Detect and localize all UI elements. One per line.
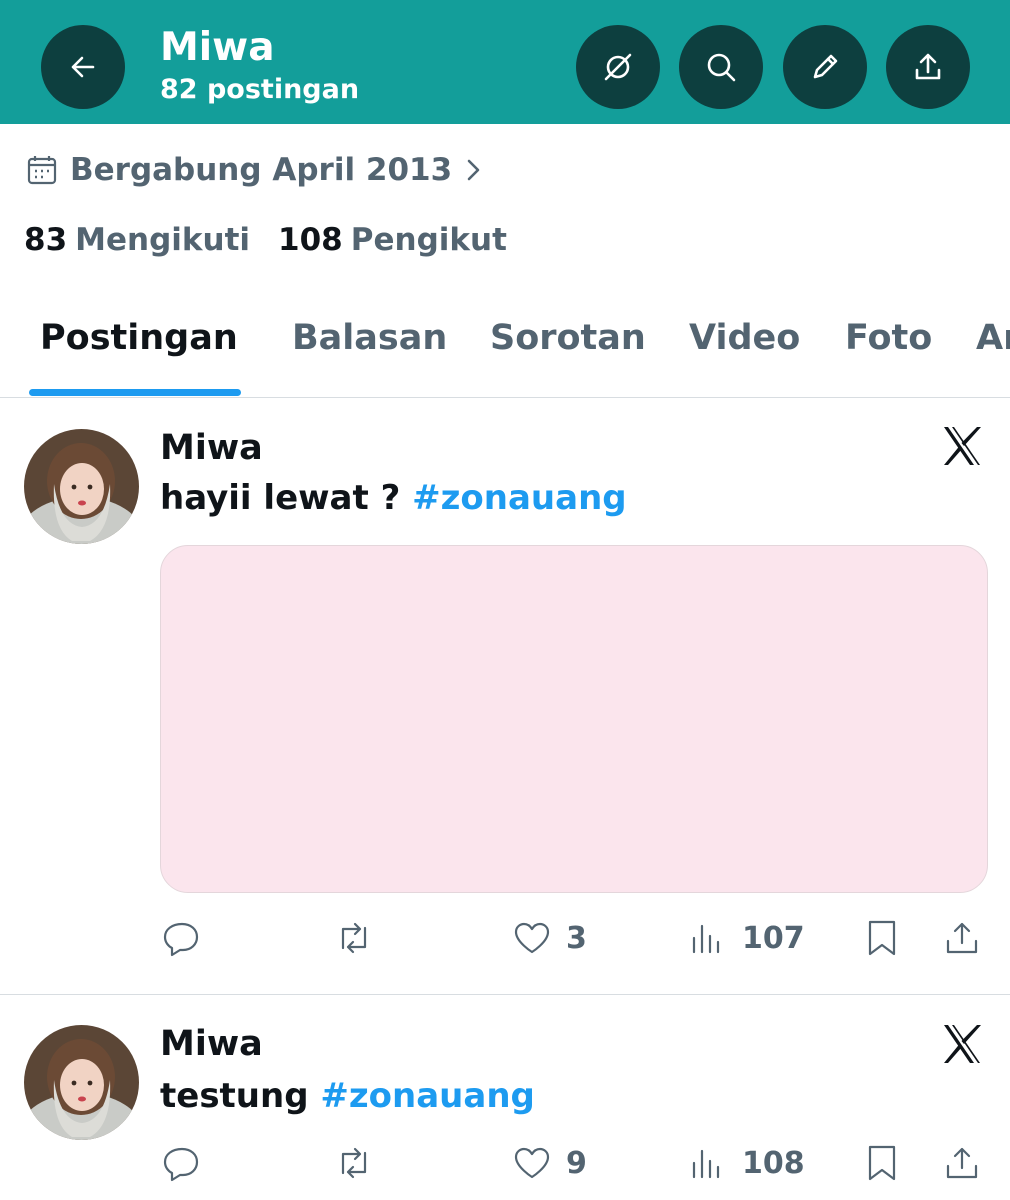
search-icon xyxy=(707,53,736,82)
active-tab-indicator xyxy=(29,389,241,396)
post-body: testung xyxy=(160,1076,321,1116)
following-label: Mengikuti xyxy=(75,222,251,258)
repost-icon xyxy=(341,1147,367,1179)
heart-icon xyxy=(514,922,550,954)
heart-icon xyxy=(514,1147,550,1179)
post-author[interactable]: Miwa xyxy=(160,428,263,468)
post[interactable]: Miwa hayii lewat ? #zonauang 3 107 xyxy=(0,400,1010,995)
following-count: 83 xyxy=(24,222,68,258)
share-post-button[interactable] xyxy=(940,1139,984,1187)
post-media[interactable] xyxy=(160,545,988,893)
bookmark-button[interactable] xyxy=(860,1139,904,1187)
repost-button[interactable] xyxy=(332,914,376,962)
view-count: 107 xyxy=(742,920,805,956)
following-link[interactable]: 83 Mengikuti xyxy=(24,222,250,258)
views-button[interactable]: 107 xyxy=(686,914,805,962)
header-post-count: 82 postingan xyxy=(160,74,360,105)
tab-sorotan[interactable]: Sorotan xyxy=(490,318,646,358)
edit-pencil-icon xyxy=(813,54,838,79)
hashtag-link[interactable]: #zonauang xyxy=(320,1076,534,1116)
reply-icon xyxy=(163,1147,199,1182)
header-name: Miwa xyxy=(160,25,275,70)
post[interactable]: Miwa testung #zonauang 9 108 xyxy=(0,996,1010,1200)
like-count: 3 xyxy=(566,920,587,956)
x-logo-icon xyxy=(940,424,984,468)
reply-button[interactable] xyxy=(160,1139,204,1187)
like-button[interactable]: 3 xyxy=(510,914,587,962)
bookmark-button[interactable] xyxy=(860,914,904,962)
like-button[interactable]: 9 xyxy=(510,1139,587,1187)
edit-button[interactable] xyxy=(783,25,867,109)
post-author[interactable]: Miwa xyxy=(160,1024,263,1064)
tab-artikel[interactable]: Ar xyxy=(976,318,1010,358)
profile-header: Miwa 82 postingan xyxy=(0,0,1010,124)
avatar-image xyxy=(24,1025,139,1140)
views-chart-icon xyxy=(692,924,720,954)
post-actions: 3 107 xyxy=(160,914,990,962)
avatar[interactable] xyxy=(24,1025,139,1140)
share-icon xyxy=(946,922,978,954)
followers-link[interactable]: 108 Pengikut xyxy=(278,222,507,258)
repost-icon xyxy=(341,922,367,954)
followers-count: 108 xyxy=(278,222,343,258)
share-icon xyxy=(946,1147,978,1179)
tab-foto[interactable]: Foto xyxy=(845,318,932,358)
joined-date-row[interactable]: Bergabung April 2013 xyxy=(24,150,486,190)
reply-button[interactable] xyxy=(160,914,204,962)
back-arrow-icon xyxy=(71,56,95,78)
share-post-button[interactable] xyxy=(940,914,984,962)
share-button[interactable] xyxy=(886,25,970,109)
post-body: hayii lewat ? xyxy=(160,478,413,518)
repost-button[interactable] xyxy=(332,1139,376,1187)
search-button[interactable] xyxy=(679,25,763,109)
avatar[interactable] xyxy=(24,429,139,544)
calendar-icon xyxy=(24,152,60,188)
grok-icon xyxy=(604,53,632,81)
reply-icon xyxy=(163,922,199,957)
profile-tabs: Postingan Balasan Sorotan Video Foto Ar xyxy=(0,300,1010,398)
hashtag-link[interactable]: #zonauang xyxy=(412,478,626,518)
views-button[interactable]: 108 xyxy=(686,1139,805,1187)
chevron-right-icon xyxy=(462,155,486,185)
view-count: 108 xyxy=(742,1145,805,1181)
like-count: 9 xyxy=(566,1145,587,1181)
share-upload-icon xyxy=(915,53,941,80)
x-logo-icon xyxy=(940,1022,984,1066)
bookmark-icon xyxy=(868,920,896,956)
bookmark-icon xyxy=(868,1145,896,1181)
joined-date: Bergabung April 2013 xyxy=(70,152,453,188)
post-text: hayii lewat ? #zonauang xyxy=(160,478,627,518)
follow-stats: 83 Mengikuti 108 Pengikut xyxy=(24,222,535,258)
tab-postingan[interactable]: Postingan xyxy=(40,318,238,358)
tab-balasan[interactable]: Balasan xyxy=(292,318,447,358)
post-text: testung #zonauang xyxy=(160,1076,535,1116)
followers-label: Pengikut xyxy=(350,222,507,258)
back-button[interactable] xyxy=(41,25,125,109)
grok-button[interactable] xyxy=(576,25,660,109)
views-chart-icon xyxy=(692,1149,720,1179)
tab-video[interactable]: Video xyxy=(689,318,800,358)
post-actions: 9 108 xyxy=(160,1139,990,1187)
avatar-image xyxy=(24,429,139,544)
